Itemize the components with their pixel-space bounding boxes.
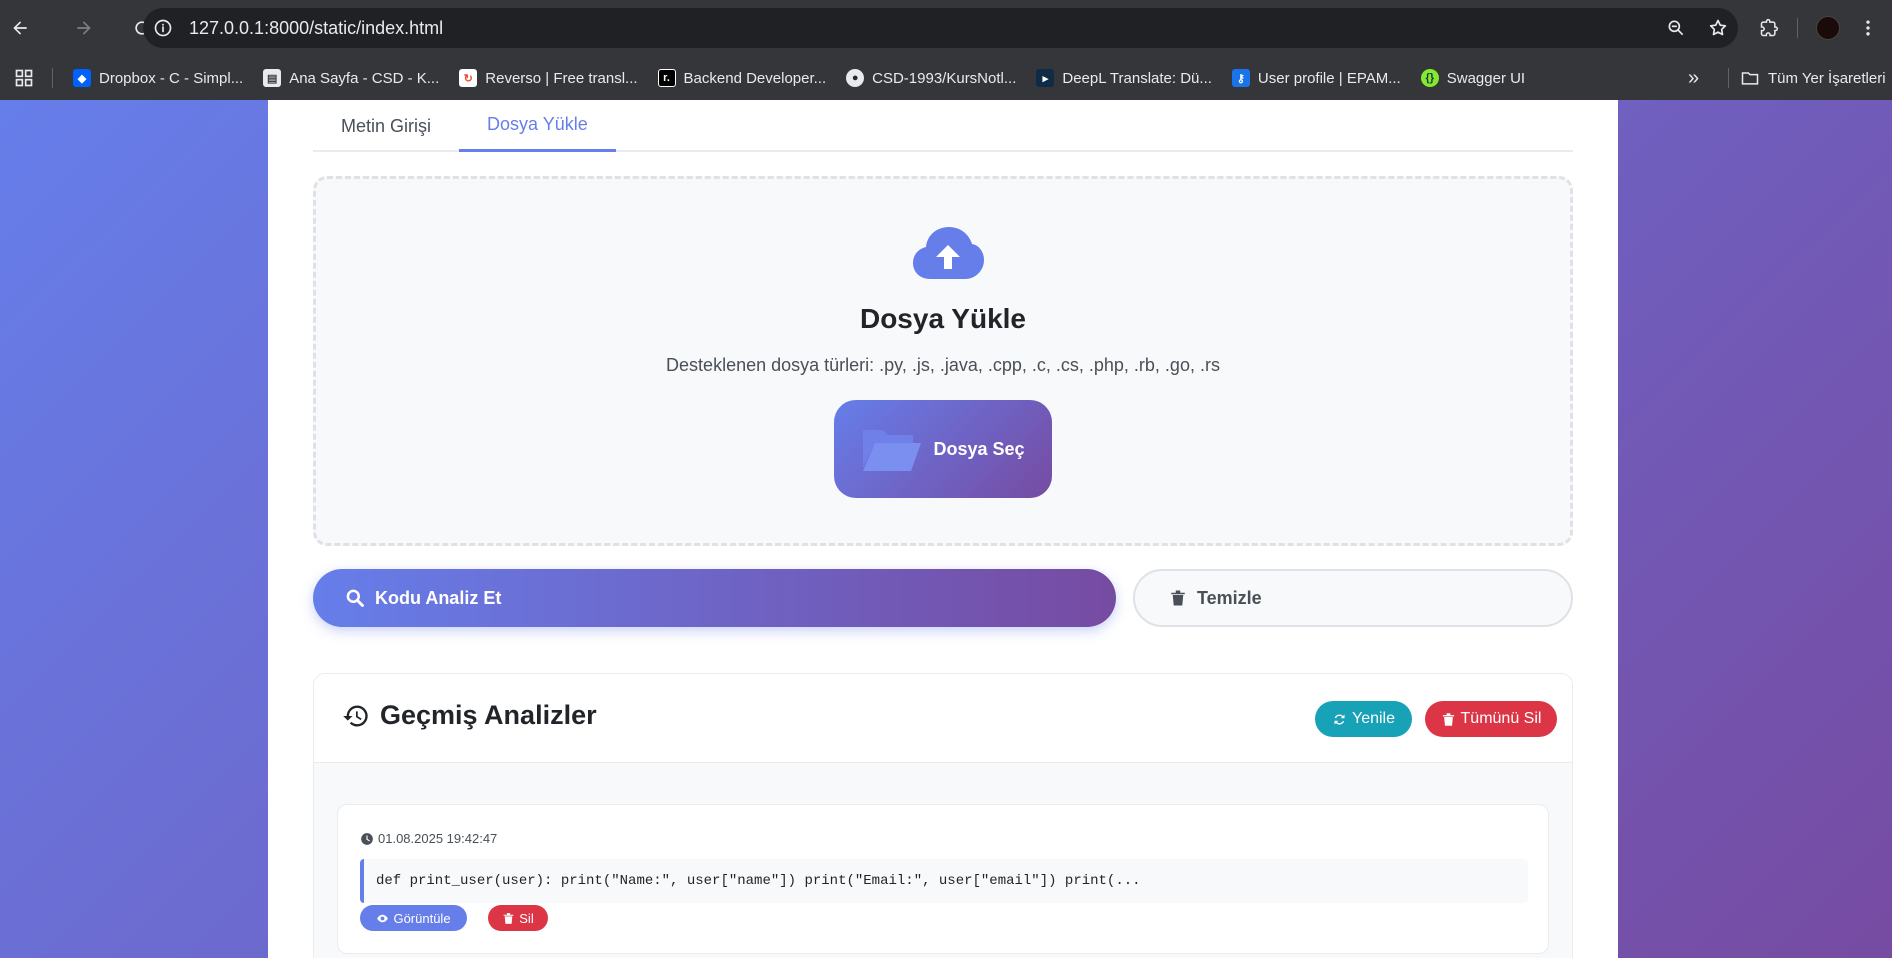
bookmark-backend-developer[interactable]: r. Backend Developer... xyxy=(648,62,837,94)
clear-button[interactable]: Temizle xyxy=(1133,569,1573,627)
history-icon xyxy=(343,704,368,726)
choose-file-button[interactable]: Dosya Seç xyxy=(834,400,1052,498)
bookmark-reverso[interactable]: ↻ Reverso | Free transl... xyxy=(449,62,647,94)
input-tabs: Metin Girişi Dosya Yükle xyxy=(313,100,1573,152)
folder-icon xyxy=(1741,72,1759,85)
choose-file-label: Dosya Seç xyxy=(933,438,1025,459)
arrow-right-icon xyxy=(77,21,91,35)
tab-file-upload[interactable]: Dosya Yükle xyxy=(459,100,616,152)
sync-icon xyxy=(1334,713,1345,725)
history-title-text: Geçmiş Analizler xyxy=(380,700,597,730)
bookmark-deepl[interactable]: ▸ DeepL Translate: Dü... xyxy=(1026,62,1222,94)
clock-icon xyxy=(361,832,373,845)
eye-icon xyxy=(377,914,389,922)
swagger-icon: {} xyxy=(1420,69,1439,87)
view-label: Görüntüle xyxy=(393,910,451,926)
github-icon: ● xyxy=(846,69,865,87)
profile-avatar[interactable] xyxy=(1816,16,1840,40)
bookmark-label: DeepL Translate: Dü... xyxy=(1062,69,1212,87)
bookmark-dropbox[interactable]: ◆ Dropbox - C - Simpl... xyxy=(63,62,253,94)
history-header: Geçmiş Analizler Yenile Tümünü Sil xyxy=(314,674,1572,763)
bookmarks-bar: ◆ Dropbox - C - Simpl... ▤ Ana Sayfa - C… xyxy=(0,56,1892,100)
bookmark-label: User profile | EPAM... xyxy=(1257,69,1401,87)
bookmark-label: Swagger UI xyxy=(1446,69,1526,87)
upload-title: Dosya Yükle xyxy=(859,303,1027,334)
star-icon[interactable] xyxy=(1708,18,1728,38)
bookmark-label: Backend Developer... xyxy=(683,69,827,87)
reverso-icon: ↻ xyxy=(459,69,478,87)
delete-button[interactable]: Sil xyxy=(488,905,548,931)
bookmark-epam[interactable]: ⚷ User profile | EPAM... xyxy=(1222,62,1411,94)
main-card: Metin Girişi Dosya Yükle Dosya Yükle Des… xyxy=(268,100,1618,958)
zoom-icon[interactable] xyxy=(1666,18,1686,38)
bookmarks-divider xyxy=(1728,68,1729,88)
toolbar-divider xyxy=(1797,18,1798,38)
bookmark-label: CSD-1993/KursNotl... xyxy=(872,69,1017,87)
tab-text-input[interactable]: Metin Girişi xyxy=(313,100,459,152)
delete-all-button[interactable]: Tümünü Sil xyxy=(1425,701,1557,737)
dropbox-icon: ◆ xyxy=(73,69,91,87)
refresh-button[interactable]: Yenile xyxy=(1315,701,1412,737)
bookmarks-divider xyxy=(52,68,53,88)
bookmark-label: Dropbox - C - Simpl... xyxy=(99,69,244,87)
trash-icon xyxy=(503,912,514,924)
file-dropzone[interactable]: Dosya Yükle Desteklenen dosya türleri: .… xyxy=(313,176,1573,546)
delete-label: Sil xyxy=(519,910,534,926)
analyze-code-button[interactable]: Kodu Analiz Et xyxy=(313,569,1116,627)
clear-label: Temizle xyxy=(1197,587,1262,608)
forward-button[interactable] xyxy=(64,8,104,48)
all-bookmarks-label: Tüm Yer İşaretleri xyxy=(1768,69,1886,87)
history-title: Geçmiş Analizler xyxy=(342,700,597,731)
refresh-label: Yenile xyxy=(1351,710,1395,727)
history-panel: Geçmiş Analizler Yenile Tümünü Sil 01.08… xyxy=(313,673,1573,958)
menu-dots-icon[interactable] xyxy=(1858,18,1878,38)
back-button[interactable] xyxy=(0,8,40,48)
roadmap-icon: r. xyxy=(657,69,676,87)
all-bookmarks-folder[interactable]: Tüm Yer İşaretleri xyxy=(1740,56,1886,100)
view-button[interactable]: Görüntüle xyxy=(360,905,467,931)
more-bookmarks-chevron-icon[interactable]: » xyxy=(1688,56,1699,100)
supported-file-types: Desteklenen dosya türleri: .py, .js, .ja… xyxy=(666,355,1220,375)
history-item-timestamp: 01.08.2025 19:42:47 xyxy=(360,831,497,846)
bookmark-label: Ana Sayfa - CSD - K... xyxy=(289,69,440,87)
page-viewport: Metin Girişi Dosya Yükle Dosya Yükle Des… xyxy=(0,100,1892,958)
browser-toolbar: 127.0.0.1:8000/static/index.html xyxy=(0,0,1892,56)
trash-icon xyxy=(1171,590,1185,606)
delete-all-label: Tümünü Sil xyxy=(1460,710,1542,727)
folder-open-icon xyxy=(863,430,922,471)
arrow-left-icon xyxy=(13,21,27,35)
search-icon xyxy=(346,589,364,607)
trash-icon xyxy=(1442,712,1454,726)
cloud-upload-icon xyxy=(913,227,984,279)
site-info-icon[interactable] xyxy=(143,8,183,48)
address-bar[interactable]: 127.0.0.1:8000/static/index.html xyxy=(143,8,1738,48)
timestamp-text: 01.08.2025 19:42:47 xyxy=(378,831,498,846)
analyze-code-label: Kodu Analiz Et xyxy=(375,587,502,608)
bookmark-github[interactable]: ● CSD-1993/KursNotl... xyxy=(836,62,1026,94)
apps-grid-icon[interactable] xyxy=(0,56,48,100)
url-text[interactable]: 127.0.0.1:8000/static/index.html xyxy=(189,18,443,39)
extensions-icon[interactable] xyxy=(1759,18,1779,38)
document-icon: ▤ xyxy=(263,69,282,87)
history-item: 01.08.2025 19:42:47 def print_user(user)… xyxy=(337,804,1549,954)
bookmark-swagger[interactable]: {} Swagger UI xyxy=(1411,62,1535,94)
deepl-icon: ▸ xyxy=(1036,69,1055,87)
code-preview: def print_user(user): print("Name:", use… xyxy=(360,859,1528,903)
bookmark-label: Reverso | Free transl... xyxy=(485,69,638,87)
bookmark-ana-sayfa[interactable]: ▤ Ana Sayfa - CSD - K... xyxy=(253,62,449,94)
key-icon: ⚷ xyxy=(1231,69,1250,87)
